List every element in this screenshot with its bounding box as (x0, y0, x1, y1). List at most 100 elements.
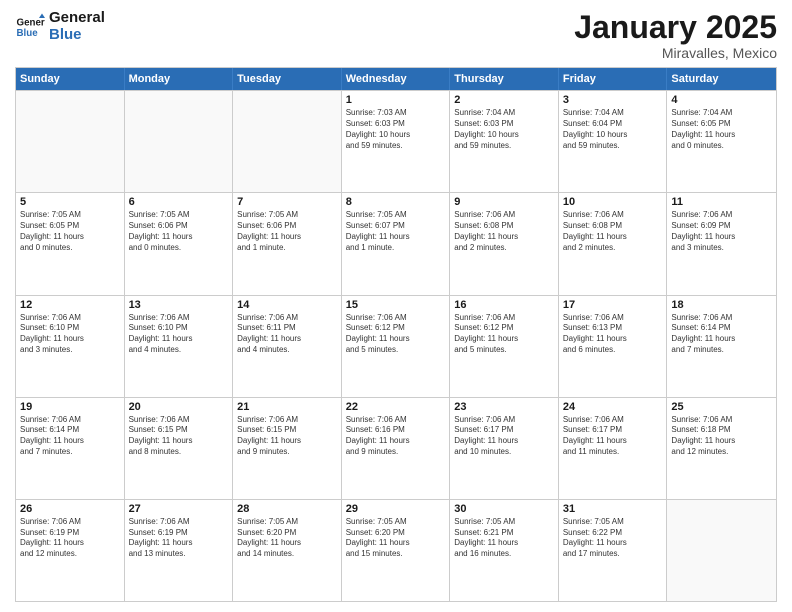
day-number: 15 (346, 299, 446, 311)
day-info: Sunrise: 7:05 AMSunset: 6:07 PMDaylight:… (346, 210, 446, 253)
day-info: Sunrise: 7:05 AMSunset: 6:06 PMDaylight:… (237, 210, 337, 253)
header: General Blue General Blue January 2025 M… (15, 10, 777, 61)
day-info: Sunrise: 7:06 AMSunset: 6:18 PMDaylight:… (671, 415, 772, 458)
empty-cell (16, 91, 125, 192)
day-number: 31 (563, 503, 663, 515)
header-cell-monday: Monday (125, 68, 234, 90)
day-cell-5: 5 Sunrise: 7:05 AMSunset: 6:05 PMDaylight… (16, 193, 125, 294)
day-info: Sunrise: 7:06 AMSunset: 6:17 PMDaylight:… (563, 415, 663, 458)
day-info: Sunrise: 7:05 AMSunset: 6:05 PMDaylight:… (20, 210, 120, 253)
week-row-4: 26 Sunrise: 7:06 AMSunset: 6:19 PMDayligh… (16, 499, 776, 601)
day-info: Sunrise: 7:06 AMSunset: 6:10 PMDaylight:… (129, 313, 229, 356)
day-cell-7: 7 Sunrise: 7:05 AMSunset: 6:06 PMDaylight… (233, 193, 342, 294)
day-cell-29: 29 Sunrise: 7:05 AMSunset: 6:20 PMDayligh… (342, 500, 451, 601)
day-info: Sunrise: 7:06 AMSunset: 6:17 PMDaylight:… (454, 415, 554, 458)
day-cell-19: 19Sunrise: 7:06 AMSunset: 6:14 PMDayligh… (16, 398, 125, 499)
header-cell-wednesday: Wednesday (342, 68, 451, 90)
logo-icon: General Blue (15, 12, 45, 42)
day-info: Sunrise: 7:05 AMSunset: 6:20 PMDaylight:… (237, 517, 337, 560)
day-number: 13 (129, 299, 229, 311)
day-info: Sunrise: 7:06 AMSunset: 6:08 PMDaylight:… (563, 210, 663, 253)
day-cell-22: 22Sunrise: 7:06 AMSunset: 6:16 PMDayligh… (342, 398, 451, 499)
day-cell-2: 2 Sunrise: 7:04 AMSunset: 6:03 PMDaylight… (450, 91, 559, 192)
day-info: Sunrise: 7:05 AMSunset: 6:20 PMDaylight:… (346, 517, 446, 560)
day-cell-9: 9Sunrise: 7:06 AMSunset: 6:08 PMDaylight… (450, 193, 559, 294)
logo: General Blue General Blue (15, 10, 105, 43)
calendar-subtitle: Miravalles, Mexico (574, 45, 777, 61)
day-cell-1: 1 Sunrise: 7:03 AMSunset: 6:03 PMDaylight… (342, 91, 451, 192)
day-cell-8: 8 Sunrise: 7:05 AMSunset: 6:07 PMDaylight… (342, 193, 451, 294)
day-number: 2 (454, 94, 554, 106)
week-row-1: 5 Sunrise: 7:05 AMSunset: 6:05 PMDaylight… (16, 192, 776, 294)
day-number: 29 (346, 503, 446, 515)
day-number: 24 (563, 401, 663, 413)
day-number: 16 (454, 299, 554, 311)
day-info: Sunrise: 7:04 AMSunset: 6:05 PMDaylight:… (671, 108, 772, 151)
header-cell-thursday: Thursday (450, 68, 559, 90)
day-number: 30 (454, 503, 554, 515)
day-info: Sunrise: 7:06 AMSunset: 6:15 PMDaylight:… (129, 415, 229, 458)
day-cell-10: 10 Sunrise: 7:06 AMSunset: 6:08 PMDayligh… (559, 193, 668, 294)
empty-cell (667, 500, 776, 601)
day-number: 5 (20, 196, 120, 208)
day-number: 10 (563, 196, 663, 208)
day-number: 22 (346, 401, 446, 413)
week-row-3: 19Sunrise: 7:06 AMSunset: 6:14 PMDayligh… (16, 397, 776, 499)
day-info: Sunrise: 7:06 AMSunset: 6:08 PMDaylight:… (454, 210, 554, 253)
day-number: 12 (20, 299, 120, 311)
day-number: 28 (237, 503, 337, 515)
day-info: Sunrise: 7:06 AMSunset: 6:13 PMDaylight:… (563, 313, 663, 356)
day-info: Sunrise: 7:06 AMSunset: 6:12 PMDaylight:… (346, 313, 446, 356)
day-info: Sunrise: 7:06 AMSunset: 6:19 PMDaylight:… (20, 517, 120, 560)
day-info: Sunrise: 7:06 AMSunset: 6:11 PMDaylight:… (237, 313, 337, 356)
day-cell-13: 13 Sunrise: 7:06 AMSunset: 6:10 PMDayligh… (125, 296, 234, 397)
day-number: 21 (237, 401, 337, 413)
day-number: 3 (563, 94, 663, 106)
day-cell-31: 31Sunrise: 7:05 AMSunset: 6:22 PMDayligh… (559, 500, 668, 601)
empty-cell (233, 91, 342, 192)
day-number: 6 (129, 196, 229, 208)
logo-line1: General (49, 10, 105, 27)
day-number: 18 (671, 299, 772, 311)
day-number: 26 (20, 503, 120, 515)
day-info: Sunrise: 7:04 AMSunset: 6:03 PMDaylight:… (454, 108, 554, 151)
day-cell-23: 23 Sunrise: 7:06 AMSunset: 6:17 PMDayligh… (450, 398, 559, 499)
day-number: 4 (671, 94, 772, 106)
title-block: January 2025 Miravalles, Mexico (574, 10, 777, 61)
day-number: 20 (129, 401, 229, 413)
empty-cell (125, 91, 234, 192)
day-number: 11 (671, 196, 772, 208)
day-info: Sunrise: 7:06 AMSunset: 6:14 PMDaylight:… (671, 313, 772, 356)
logo-line2: Blue (49, 27, 105, 44)
day-number: 27 (129, 503, 229, 515)
day-cell-12: 12Sunrise: 7:06 AMSunset: 6:10 PMDayligh… (16, 296, 125, 397)
day-number: 14 (237, 299, 337, 311)
day-cell-4: 4 Sunrise: 7:04 AMSunset: 6:05 PMDaylight… (667, 91, 776, 192)
header-cell-friday: Friday (559, 68, 668, 90)
day-cell-11: 11 Sunrise: 7:06 AMSunset: 6:09 PMDayligh… (667, 193, 776, 294)
day-number: 8 (346, 196, 446, 208)
day-number: 1 (346, 94, 446, 106)
calendar-body: 1 Sunrise: 7:03 AMSunset: 6:03 PMDaylight… (16, 90, 776, 601)
day-cell-28: 28 Sunrise: 7:05 AMSunset: 6:20 PMDayligh… (233, 500, 342, 601)
day-info: Sunrise: 7:05 AMSunset: 6:06 PMDaylight:… (129, 210, 229, 253)
day-cell-25: 25Sunrise: 7:06 AMSunset: 6:18 PMDayligh… (667, 398, 776, 499)
day-info: Sunrise: 7:03 AMSunset: 6:03 PMDaylight:… (346, 108, 446, 151)
day-info: Sunrise: 7:06 AMSunset: 6:19 PMDaylight:… (129, 517, 229, 560)
day-cell-18: 18 Sunrise: 7:06 AMSunset: 6:14 PMDayligh… (667, 296, 776, 397)
day-info: Sunrise: 7:05 AMSunset: 6:21 PMDaylight:… (454, 517, 554, 560)
calendar: SundayMondayTuesdayWednesdayThursdayFrid… (15, 67, 777, 602)
day-cell-26: 26 Sunrise: 7:06 AMSunset: 6:19 PMDayligh… (16, 500, 125, 601)
day-cell-16: 16Sunrise: 7:06 AMSunset: 6:12 PMDayligh… (450, 296, 559, 397)
day-info: Sunrise: 7:06 AMSunset: 6:15 PMDaylight:… (237, 415, 337, 458)
day-cell-14: 14 Sunrise: 7:06 AMSunset: 6:11 PMDayligh… (233, 296, 342, 397)
calendar-title: January 2025 (574, 10, 777, 45)
day-number: 19 (20, 401, 120, 413)
day-cell-27: 27 Sunrise: 7:06 AMSunset: 6:19 PMDayligh… (125, 500, 234, 601)
header-cell-sunday: Sunday (16, 68, 125, 90)
day-number: 7 (237, 196, 337, 208)
svg-text:General: General (17, 17, 46, 28)
day-number: 23 (454, 401, 554, 413)
day-info: Sunrise: 7:06 AMSunset: 6:09 PMDaylight:… (671, 210, 772, 253)
header-cell-saturday: Saturday (667, 68, 776, 90)
